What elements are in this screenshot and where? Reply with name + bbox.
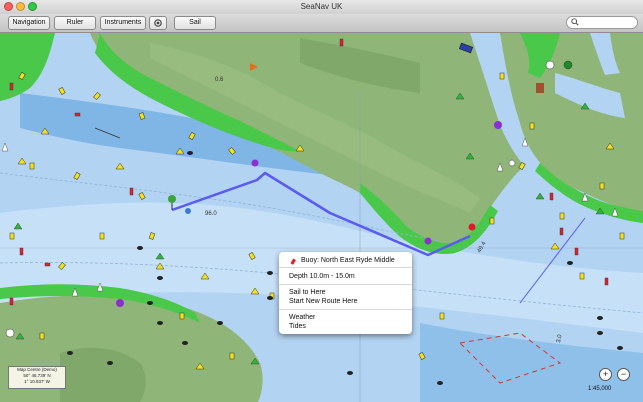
navigation-button[interactable]: Navigation — [8, 16, 50, 30]
record-icon — [154, 19, 162, 27]
buoy-info-popup: Buoy: North East Ryde Middle Depth 10.0m… — [279, 252, 412, 334]
route-end-marker[interactable] — [468, 223, 476, 231]
map-centre-longitude: 1° 10.937' W — [24, 379, 50, 384]
depth-label: 0.6 — [215, 77, 224, 83]
search-icon — [571, 18, 579, 26]
route-waypoint-marker[interactable] — [251, 159, 259, 167]
popup-divider — [279, 284, 412, 285]
tides-button[interactable]: Tides — [289, 323, 306, 330]
sail-to-here-button[interactable]: Sail to Here — [289, 289, 326, 296]
zoom-out-button[interactable]: − — [617, 368, 630, 381]
nautical-chart-canvas[interactable]: 0.6 96.0 49.4 3.0 — [0, 33, 643, 402]
map-centre-readout: Map Centre (Demo) 50° 46.739' N 1° 10.93… — [8, 366, 66, 389]
weather-button[interactable]: Weather — [289, 314, 315, 321]
search-input[interactable] — [581, 18, 633, 26]
app-window: SeaNav UK Navigation Ruler Instruments S… — [0, 0, 643, 402]
popup-depth: Depth 10.0m - 15.0m — [289, 273, 355, 280]
record-button[interactable] — [149, 16, 167, 30]
sail-button[interactable]: Sail — [174, 16, 216, 30]
depth-label: 96.0 — [205, 211, 217, 217]
chart-map[interactable]: 0.6 96.0 49.4 3.0 Map Centre (Demo) 50° … — [0, 33, 643, 402]
zoom-in-button[interactable]: + — [599, 368, 612, 381]
instruments-button[interactable]: Instruments — [100, 16, 146, 30]
search-field[interactable] — [566, 16, 638, 29]
route-start-marker[interactable] — [168, 195, 176, 203]
popup-divider — [279, 267, 412, 268]
title-bar: SeaNav UK — [0, 0, 643, 15]
ruler-button[interactable]: Ruler — [54, 16, 96, 30]
toolbar: Navigation Ruler Instruments Sail — [0, 14, 643, 33]
start-new-route-button[interactable]: Start New Route Here — [289, 298, 357, 305]
scale-label: 1:45,000 — [588, 386, 612, 392]
popup-divider — [279, 309, 412, 310]
popup-title: Buoy: North East Ryde Middle — [301, 257, 395, 264]
route-waypoint-marker[interactable] — [424, 237, 432, 245]
waypoint-marker[interactable] — [185, 208, 191, 214]
buoy-icon — [290, 258, 296, 265]
window-title: SeaNav UK — [300, 2, 343, 11]
